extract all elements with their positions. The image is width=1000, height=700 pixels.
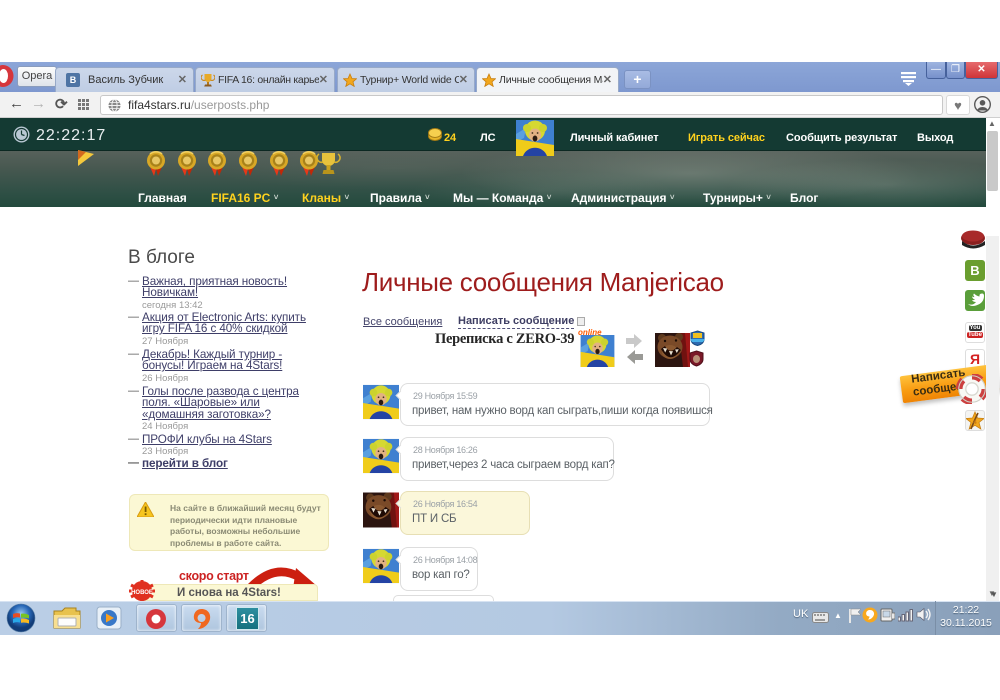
svg-text:НОВОЕ: НОВОЕ — [131, 590, 153, 596]
